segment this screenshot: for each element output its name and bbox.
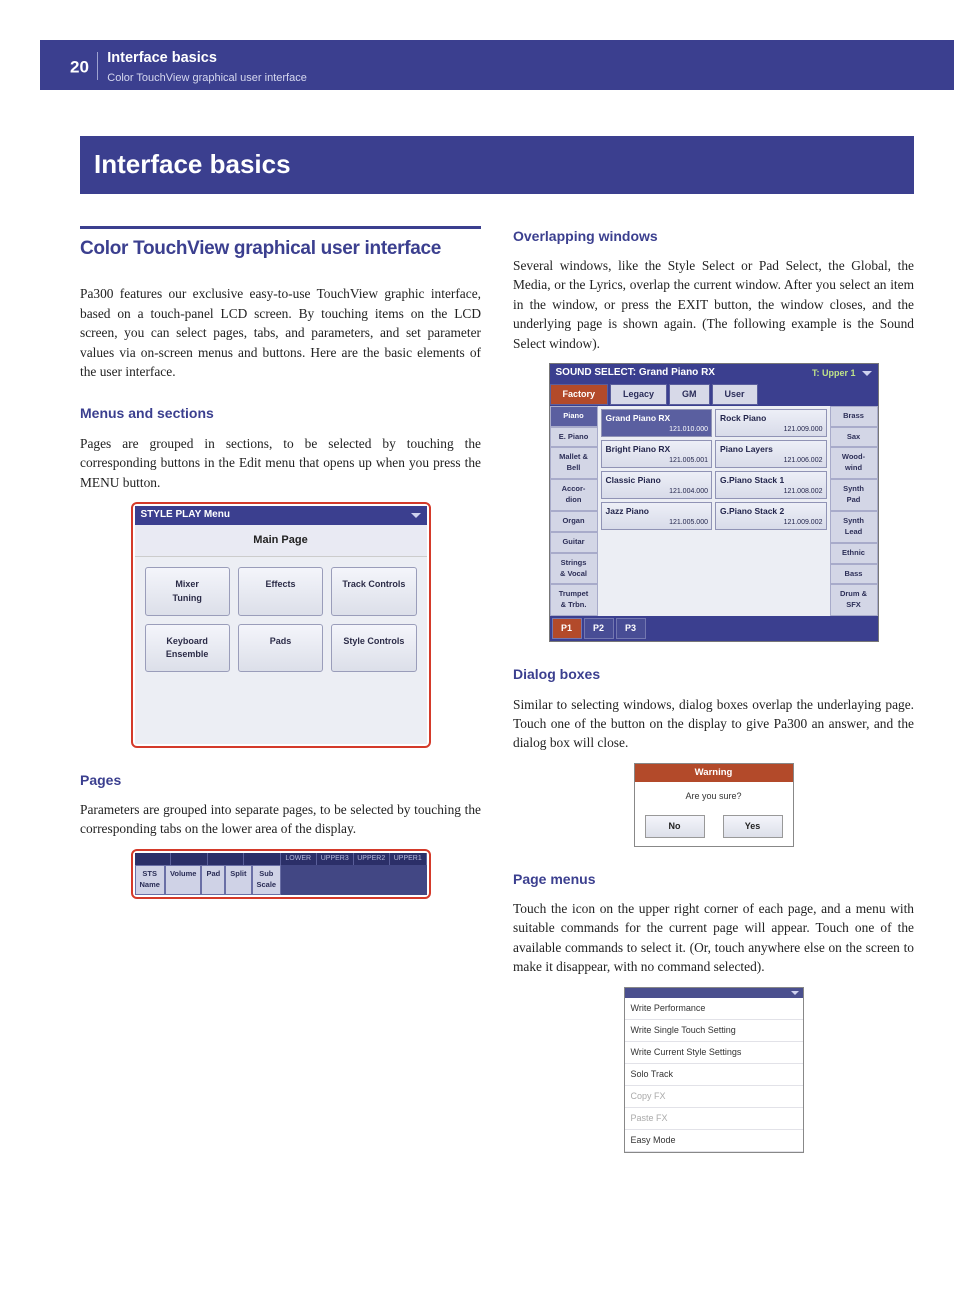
category-button[interactable]: Sax	[830, 427, 878, 448]
category-button[interactable]: Strings& Vocal	[550, 553, 598, 585]
page-number: 20	[70, 48, 98, 82]
category-button[interactable]: Drum &SFX	[830, 584, 878, 616]
menu-section-button[interactable]: MixerTuning	[145, 567, 230, 615]
dialog-title: Warning	[635, 764, 793, 782]
chapter-title: Interface basics	[80, 136, 914, 194]
track-indicator: UPPER1	[390, 853, 427, 865]
window-title: STYLE PLAY Menu	[141, 508, 230, 523]
figure-page-menu: Write PerformanceWrite Single Touch Sett…	[624, 987, 804, 1153]
track-indicator: UPPER2	[354, 853, 391, 865]
menu-item[interactable]: Write Performance	[625, 998, 803, 1020]
page-tab[interactable]: Split	[225, 865, 251, 895]
subheading-pages: Pages	[80, 770, 481, 790]
body-text: Similar to selecting windows, dialog box…	[513, 695, 914, 753]
category-button[interactable]: Piano	[550, 406, 598, 427]
category-button[interactable]: Brass	[830, 406, 878, 427]
figure-style-play-menu: STYLE PLAY Menu Main Page MixerTuningEff…	[131, 502, 431, 748]
menu-section-button[interactable]: Pads	[238, 624, 323, 672]
sound-item[interactable]: Jazz Piano121.005.000	[601, 502, 713, 530]
subheading-dialog: Dialog boxes	[513, 664, 914, 684]
page-tab[interactable]: Pad	[201, 865, 225, 895]
menu-dropdown-icon[interactable]	[411, 513, 421, 518]
subheading-pagemenus: Page menus	[513, 869, 914, 889]
menu-item[interactable]: Write Single Touch Setting	[625, 1020, 803, 1042]
no-button[interactable]: No	[645, 815, 705, 838]
subheading-overlapping: Overlapping windows	[513, 226, 914, 246]
bank-tab[interactable]: Factory	[550, 384, 609, 405]
body-text: Pages are grouped in sections, to be sel…	[80, 434, 481, 492]
page-button[interactable]: P1	[552, 618, 582, 639]
dialog-message: Are you sure?	[635, 782, 793, 811]
category-button[interactable]: Guitar	[550, 532, 598, 553]
page-header: 20 Interface basics Color TouchView grap…	[40, 40, 954, 90]
figure-dialog-box: Warning Are you sure? No Yes	[634, 763, 794, 847]
sound-item[interactable]: Classic Piano121.004.000	[601, 471, 713, 499]
sound-item[interactable]: Grand Piano RX121.010.000	[601, 409, 713, 437]
category-button[interactable]: Bass	[830, 564, 878, 585]
sound-item[interactable]: Rock Piano121.009.000	[715, 409, 827, 437]
menu-section-button[interactable]: KeyboardEnsemble	[145, 624, 230, 672]
sound-item[interactable]: Piano Layers121.006.002	[715, 440, 827, 468]
menu-dropdown-icon[interactable]	[862, 371, 872, 376]
menu-item: Paste FX	[625, 1108, 803, 1130]
sound-item[interactable]: G.Piano Stack 1121.008.002	[715, 471, 827, 499]
menu-item[interactable]: Solo Track	[625, 1064, 803, 1086]
breadcrumb-sub: Color TouchView graphical user interface	[107, 71, 307, 87]
category-button[interactable]: E. Piano	[550, 427, 598, 448]
sound-item[interactable]: G.Piano Stack 2121.009.002	[715, 502, 827, 530]
body-text: Pa300 features our exclusive easy-to-use…	[80, 284, 481, 381]
sound-item[interactable]: Bright Piano RX121.005.001	[601, 440, 713, 468]
body-text: Several windows, like the Style Select o…	[513, 256, 914, 353]
left-column: Color TouchView graphical user interface…	[80, 226, 481, 1153]
menu-item[interactable]: Easy Mode	[625, 1130, 803, 1152]
bank-tab[interactable]: GM	[669, 384, 710, 405]
track-label: T: Upper 1	[812, 367, 856, 380]
track-indicator: LOWER	[281, 853, 318, 865]
category-button[interactable]: Trumpet& Trbn.	[550, 584, 598, 616]
category-button[interactable]: Accor-dion	[550, 479, 598, 511]
menu-section-button[interactable]: Track Controls	[331, 567, 416, 615]
track-indicator	[171, 853, 208, 865]
figure-page-tabs: LOWERUPPER3UPPER2UPPER1 STSNameVolumePad…	[131, 849, 431, 899]
menu-section-button[interactable]: Effects	[238, 567, 323, 615]
menu-item: Copy FX	[625, 1086, 803, 1108]
page-tab[interactable]: STSName	[135, 865, 165, 895]
main-page-button[interactable]: Main Page	[135, 525, 427, 558]
track-indicator	[135, 853, 172, 865]
body-text: Touch the icon on the upper right corner…	[513, 899, 914, 977]
bank-tab[interactable]: Legacy	[610, 384, 667, 405]
right-column: Overlapping windows Several windows, lik…	[513, 226, 914, 1153]
track-indicator: UPPER3	[317, 853, 354, 865]
category-button[interactable]: Ethnic	[830, 543, 878, 564]
figure-sound-select: SOUND SELECT: Grand Piano RX T: Upper 1 …	[549, 363, 879, 642]
page-button[interactable]: P3	[616, 618, 646, 639]
menu-item[interactable]: Write Current Style Settings	[625, 1042, 803, 1064]
category-button[interactable]: SynthLead	[830, 511, 878, 543]
page-button[interactable]: P2	[584, 618, 614, 639]
category-button[interactable]: Wood-wind	[830, 447, 878, 479]
subheading-menus: Menus and sections	[80, 403, 481, 423]
track-indicator	[244, 853, 281, 865]
page-tab[interactable]: Volume	[165, 865, 202, 895]
menu-dropdown-icon[interactable]	[791, 991, 799, 995]
page-tab[interactable]: SubScale	[252, 865, 282, 895]
track-indicator	[208, 853, 245, 865]
body-text: Parameters are grouped into separate pag…	[80, 800, 481, 839]
section-heading: Color TouchView graphical user interface	[80, 226, 481, 263]
breadcrumb-title: Interface basics	[107, 48, 307, 69]
category-button[interactable]: Mallet &Bell	[550, 447, 598, 479]
yes-button[interactable]: Yes	[723, 815, 783, 838]
menu-section-button[interactable]: Style Controls	[331, 624, 416, 672]
category-button[interactable]: SynthPad	[830, 479, 878, 511]
bank-tab[interactable]: User	[712, 384, 758, 405]
category-button[interactable]: Organ	[550, 511, 598, 532]
window-title: SOUND SELECT: Grand Piano RX	[556, 366, 812, 381]
